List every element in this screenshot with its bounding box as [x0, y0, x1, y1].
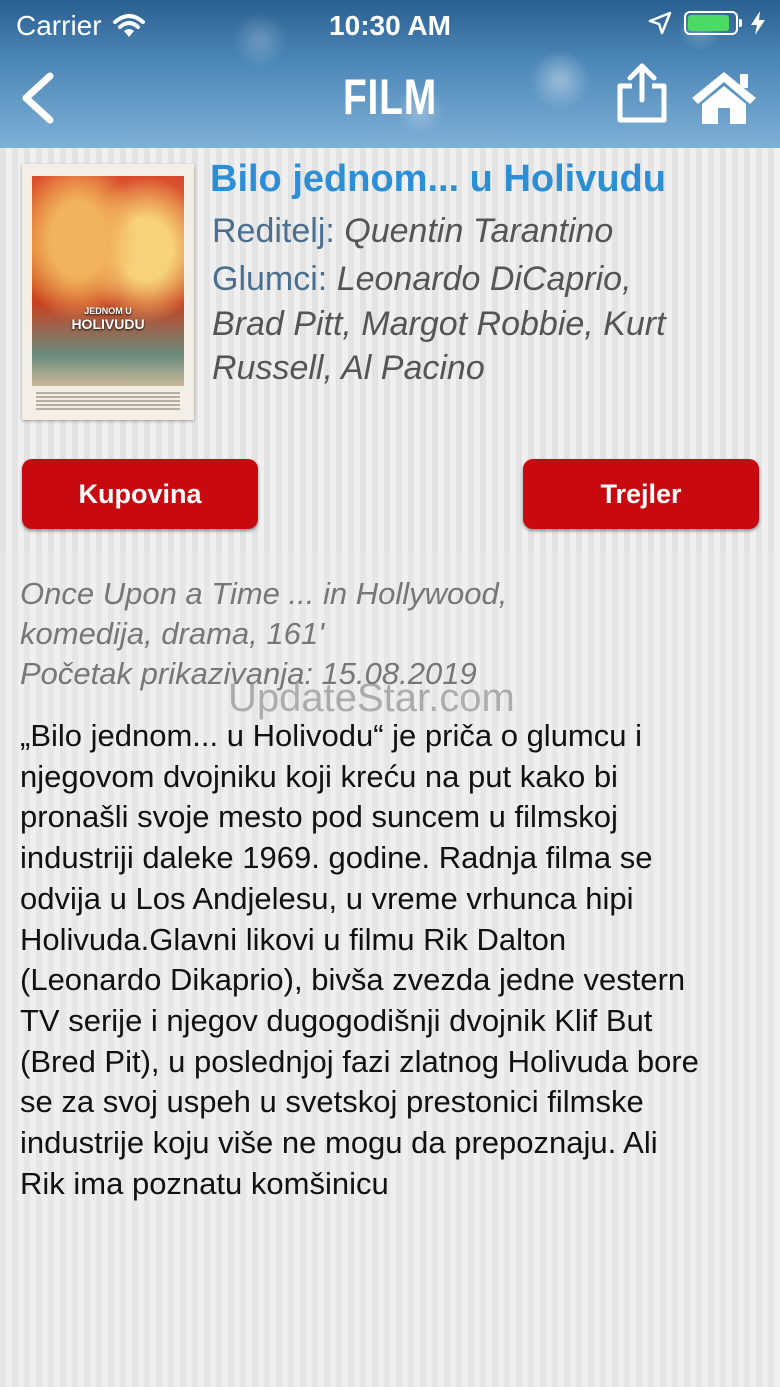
poster-main-title: HOLIVUDU: [71, 316, 145, 332]
watermark: UpdateStar.com: [228, 676, 515, 720]
cast-value-line3: Russell, Al Pacino: [212, 349, 485, 387]
nav-header: Carrier 10:30 AM FILM: [0, 0, 780, 148]
buy-button[interactable]: Kupovina: [22, 459, 258, 529]
status-bar: Carrier 10:30 AM: [0, 10, 780, 44]
status-right: [648, 10, 766, 36]
poster-title: JEDNOM U HOLIVUDU: [22, 306, 194, 332]
genre-duration: komedija, drama, 161': [20, 616, 325, 651]
trailer-button[interactable]: Trejler: [523, 459, 759, 529]
back-button[interactable]: [18, 72, 58, 124]
cast-value-line1: Leonardo DiCaprio,: [336, 260, 632, 298]
poster-credits: [36, 392, 180, 410]
movie-description: „Bilo jednom... u Holivodu“ je priča o g…: [20, 718, 699, 1201]
cast-line2: Brad Pitt, Margot Robbie, Kurt: [212, 305, 666, 344]
cast-line3: Russell, Al Pacino: [212, 349, 485, 388]
poster-art: [32, 176, 184, 386]
location-icon: [648, 11, 672, 35]
director-label: Reditelj:: [212, 212, 335, 250]
cast-label: Glumci:: [212, 260, 328, 298]
director-row: Reditelj: Quentin Tarantino: [212, 212, 613, 251]
battery-level: [688, 15, 729, 31]
battery-icon: [684, 11, 742, 35]
page-title: FILM: [342, 69, 438, 125]
home-icon: [692, 72, 756, 124]
share-button[interactable]: [614, 62, 670, 124]
charging-icon: [751, 11, 765, 35]
home-button[interactable]: [690, 70, 758, 126]
original-title: Once Upon a Time ... in Hollywood,: [20, 576, 508, 611]
poster-subtitle: JEDNOM U: [84, 306, 132, 316]
director-value: Quentin Tarantino: [344, 212, 614, 250]
cast-value-line2: Brad Pitt, Margot Robbie, Kurt: [212, 305, 666, 343]
cast-row: Glumci: Leonardo DiCaprio,: [212, 260, 632, 299]
movie-title: Bilo jednom... u Holivudu: [210, 158, 666, 200]
movie-poster: JEDNOM U HOLIVUDU: [22, 164, 194, 420]
share-icon: [617, 63, 667, 123]
description-scroll[interactable]: „Bilo jednom... u Holivodu“ je priča o g…: [20, 716, 770, 1278]
